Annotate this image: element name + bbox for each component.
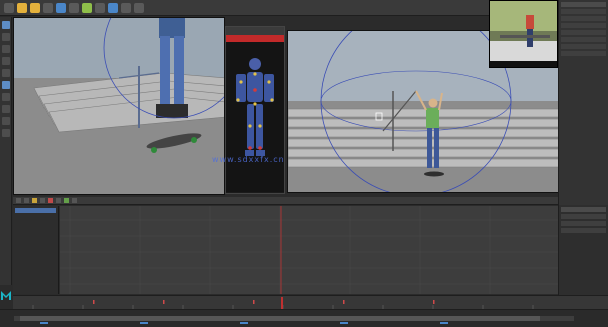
render-icon[interactable]: [108, 2, 118, 13]
ipr-render-icon[interactable]: [121, 2, 131, 13]
outliner-item[interactable]: [15, 208, 56, 213]
layout-two-icon[interactable]: [2, 117, 10, 125]
select-tool-icon[interactable]: [2, 21, 10, 29]
reference-video-thumbnail: [489, 0, 558, 68]
graph-tool-icon[interactable]: [56, 198, 61, 203]
range-slider-track: [14, 316, 574, 324]
viewport-left-scene: [14, 18, 224, 194]
open-scene-icon[interactable]: [30, 2, 40, 13]
human-ik-panel: [225, 26, 285, 194]
rotate-tool-icon[interactable]: [2, 69, 10, 77]
human-ik-tab-bar[interactable]: [226, 35, 284, 42]
toolbox: [0, 17, 12, 285]
snap-point-icon[interactable]: [95, 2, 105, 13]
outliner-item[interactable]: [15, 243, 56, 248]
render-settings-icon[interactable]: [134, 2, 144, 13]
key-tangent-icon[interactable]: [32, 198, 37, 203]
outliner-item[interactable]: [15, 229, 56, 234]
graph-tool-icon[interactable]: [40, 198, 45, 203]
human-ik-character-map[interactable]: [226, 42, 284, 192]
channel-row[interactable]: [561, 9, 606, 14]
layer-row[interactable]: [561, 207, 606, 212]
time-slider[interactable]: [13, 295, 608, 311]
layer-row[interactable]: [561, 221, 606, 226]
menu-set-icon[interactable]: [4, 2, 14, 13]
maya-logo-icon: [0, 286, 12, 300]
save-scene-icon[interactable]: [43, 2, 53, 13]
range-slider[interactable]: [0, 309, 608, 327]
select-mode-icon[interactable]: [56, 2, 66, 13]
paint-select-tool-icon[interactable]: [2, 45, 10, 53]
move-tool-icon[interactable]: [2, 57, 10, 65]
snap-grid-icon[interactable]: [69, 2, 79, 13]
layer-row[interactable]: [561, 214, 606, 219]
channel-row[interactable]: [561, 30, 606, 35]
scale-tool-icon[interactable]: [2, 81, 10, 89]
graph-editor-canvas[interactable]: [60, 206, 558, 294]
graph-tool-icon[interactable]: [72, 198, 77, 203]
buffer-curve-icon[interactable]: [64, 198, 69, 203]
channel-row[interactable]: [561, 44, 606, 49]
channel-row[interactable]: [561, 23, 606, 28]
key-stats-icon[interactable]: [48, 198, 53, 203]
channel-row[interactable]: [561, 16, 606, 21]
outliner-item[interactable]: [15, 236, 56, 241]
watermark-text: www.sdxxfx.cn: [212, 155, 285, 164]
outliner-layout-icon[interactable]: [2, 129, 10, 137]
channel-row[interactable]: [561, 51, 606, 56]
lasso-tool-icon[interactable]: [2, 33, 10, 41]
outliner-item[interactable]: [15, 215, 56, 220]
channel-box: [558, 0, 608, 205]
viewport-left[interactable]: [13, 17, 225, 195]
graph-editor-toolbar: [13, 197, 558, 205]
layout-four-icon[interactable]: [2, 105, 10, 113]
maya-window: www.sdxxfx.cn: [0, 0, 608, 327]
channel-row[interactable]: [561, 37, 606, 42]
channel-row[interactable]: [561, 2, 606, 7]
layer-editor: [558, 205, 608, 295]
layout-single-icon[interactable]: [2, 93, 10, 101]
new-scene-icon[interactable]: [17, 2, 27, 13]
reference-video-frame: [490, 1, 557, 67]
human-ik-title-bar[interactable]: [226, 27, 284, 35]
graph-editor-outliner: [13, 206, 59, 294]
graph-tool-icon[interactable]: [16, 198, 21, 203]
outliner-item[interactable]: [15, 222, 56, 227]
snap-curve-icon[interactable]: [82, 2, 92, 13]
status-line-toolbar: [0, 0, 490, 16]
layer-row[interactable]: [561, 228, 606, 233]
graph-editor-grid: [60, 206, 558, 294]
graph-tool-icon[interactable]: [24, 198, 29, 203]
